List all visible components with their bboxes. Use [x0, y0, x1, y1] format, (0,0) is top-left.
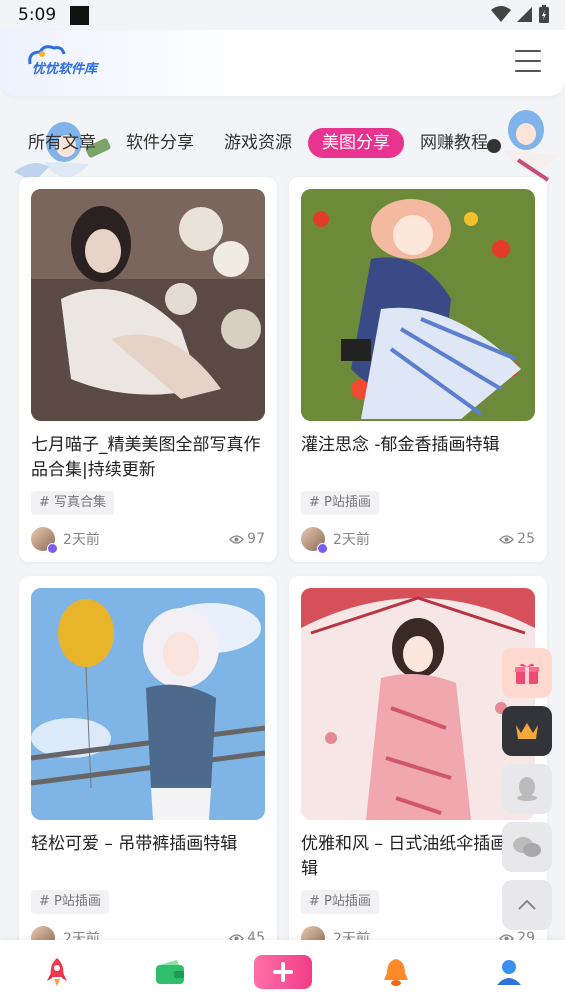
qq-icon	[517, 777, 537, 801]
nav-wallet[interactable]	[140, 947, 200, 997]
post-card[interactable]: 灌注思念 -郁金香插画特辑 # P站插画 2天前 25	[289, 177, 547, 562]
post-meta: 2天前 97	[31, 525, 265, 554]
view-count: 25	[499, 531, 535, 547]
status-icons	[491, 5, 549, 23]
wechat-icon	[513, 837, 541, 857]
wechat-button[interactable]	[502, 822, 552, 872]
notification-icon	[70, 5, 90, 25]
verified-badge-icon	[47, 543, 58, 554]
bell-icon	[383, 959, 408, 986]
post-thumbnail[interactable]	[301, 588, 535, 820]
post-title[interactable]: 轻松可爱 – 吊带裤插画特辑	[31, 832, 267, 857]
eye-icon	[229, 534, 245, 544]
gift-icon	[515, 663, 539, 684]
user-icon	[496, 960, 521, 985]
menu-bar	[515, 50, 541, 52]
wallet-icon	[155, 960, 184, 984]
post-title[interactable]: 七月喵子_精美美图全部写真作品合集|持续更新	[31, 433, 267, 483]
tab-pictures[interactable]: 美图分享	[308, 128, 404, 158]
status-bar: 5:09	[0, 0, 565, 30]
post-meta: 2天前 25	[301, 525, 535, 554]
nav-profile[interactable]	[479, 947, 539, 997]
site-logo[interactable]: 忧忧软件库	[24, 42, 104, 82]
avatar[interactable]	[31, 527, 58, 554]
gift-button[interactable]	[502, 648, 552, 698]
view-count-value: 97	[247, 531, 265, 547]
crown-icon	[516, 723, 538, 739]
bottom-nav	[0, 940, 565, 1004]
chevron-up-icon	[518, 899, 536, 910]
avatar[interactable]	[301, 527, 328, 554]
vip-button[interactable]	[502, 706, 552, 756]
tab-game-resources[interactable]: 游戏资源	[224, 128, 292, 158]
add-icon	[272, 962, 293, 982]
tab-all-articles[interactable]: 所有文章	[28, 128, 96, 158]
battery-icon	[539, 5, 549, 23]
eye-icon	[499, 534, 515, 544]
menu-bar	[515, 70, 541, 72]
signal-icon	[517, 7, 532, 22]
verified-badge-icon	[317, 543, 328, 554]
add-button[interactable]	[253, 955, 312, 989]
post-time: 2天前	[63, 532, 100, 548]
logo-text: 忧忧软件库	[32, 62, 98, 77]
wifi-icon	[491, 6, 511, 22]
category-tabs: 所有文章 软件分享 游戏资源 美图分享 网赚教程	[0, 126, 565, 160]
rocket-icon	[46, 958, 67, 986]
app-header: 忧忧软件库	[0, 30, 565, 96]
tab-software[interactable]: 软件分享	[126, 128, 194, 158]
post-tag[interactable]: # P站插画	[301, 890, 379, 914]
scroll-top-button[interactable]	[502, 880, 552, 930]
post-thumbnail[interactable]	[31, 189, 265, 421]
status-time: 5:09	[18, 5, 57, 25]
post-thumbnail[interactable]	[301, 189, 535, 421]
post-time: 2天前	[333, 532, 370, 548]
nav-home[interactable]	[27, 947, 87, 997]
post-title[interactable]: 灌注思念 -郁金香插画特辑	[301, 433, 537, 458]
post-card[interactable]: 七月喵子_精美美图全部写真作品合集|持续更新 # 写真合集 2天前 97	[19, 177, 277, 562]
tab-online-earning[interactable]: 网赚教程	[420, 128, 488, 158]
qq-button[interactable]	[502, 764, 552, 814]
post-thumbnail[interactable]	[31, 588, 265, 820]
post-tag[interactable]: # P站插画	[31, 890, 109, 914]
view-count: 97	[229, 531, 265, 547]
view-count-value: 25	[517, 531, 535, 547]
nav-add[interactable]	[253, 947, 313, 997]
menu-button[interactable]	[515, 50, 541, 72]
post-tag[interactable]: # 写真合集	[31, 491, 115, 515]
menu-bar	[515, 60, 541, 62]
post-tag[interactable]: # P站插画	[301, 491, 379, 515]
post-card[interactable]: 轻松可爱 – 吊带裤插画特辑 # P站插画 2天前 45	[19, 576, 277, 961]
nav-notifications[interactable]	[366, 947, 426, 997]
